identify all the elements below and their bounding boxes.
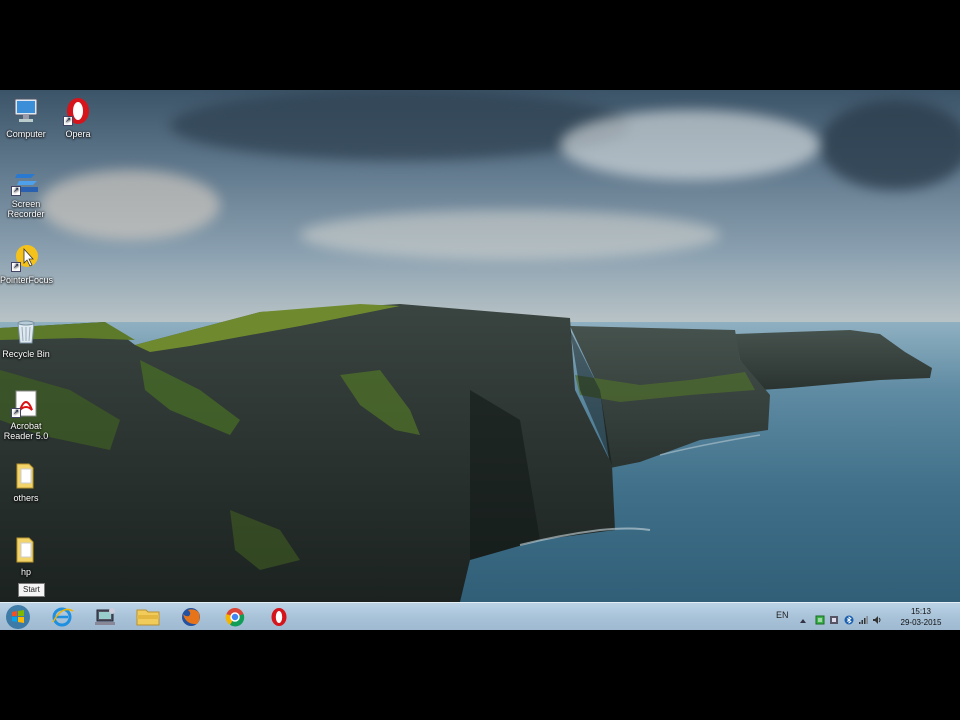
wifi-signal-icon[interactable] bbox=[858, 612, 868, 624]
taskbar-internet-explorer[interactable] bbox=[45, 605, 79, 629]
desktop-icon-label: Acrobat Reader 5.0 bbox=[3, 421, 49, 441]
opera-icon bbox=[271, 608, 287, 626]
internet-explorer-icon bbox=[52, 607, 74, 627]
shortcut-arrow-icon: ↗ bbox=[11, 408, 21, 418]
start-tooltip: Start bbox=[18, 583, 45, 597]
network-app-icon[interactable] bbox=[829, 612, 839, 624]
acrobat-reader-icon: ↗ bbox=[11, 388, 41, 418]
desktop-screen: Computer ↗ Opera ↗ Screen Recorder ↗ Poi… bbox=[0, 90, 960, 630]
desktop-icon-label: hp bbox=[20, 567, 31, 577]
windows-logo-icon bbox=[6, 605, 30, 629]
desktop-icon-label: others bbox=[13, 493, 39, 503]
shortcut-arrow-icon: ↗ bbox=[63, 116, 73, 126]
wallpaper-cliffs bbox=[0, 304, 932, 602]
desktop-icon-recycle-bin[interactable]: Recycle Bin bbox=[0, 316, 52, 359]
desktop-icon-label: PointerFocus bbox=[0, 275, 54, 285]
taskbar-chrome[interactable] bbox=[218, 605, 252, 629]
desktop-icon-area: Computer ↗ Opera ↗ Screen Recorder ↗ Poi… bbox=[0, 90, 110, 602]
desktop-icon-hp[interactable]: hp bbox=[0, 534, 52, 577]
taskbar-opera[interactable] bbox=[262, 605, 296, 629]
start-button[interactable] bbox=[3, 604, 33, 630]
show-hidden-icons-icon[interactable] bbox=[798, 613, 808, 623]
taskbar-firefox[interactable] bbox=[174, 605, 208, 629]
language-indicator[interactable]: EN bbox=[776, 610, 789, 620]
folder-icon bbox=[11, 460, 41, 490]
desktop-icon-opera[interactable]: ↗ Opera bbox=[52, 96, 104, 139]
screen-recorder-icon: ↗ bbox=[11, 166, 41, 196]
folder-icon bbox=[11, 534, 41, 564]
file-explorer-icon bbox=[136, 609, 160, 626]
network-computer-icon bbox=[95, 608, 115, 625]
desktop-icon-screen-recorder[interactable]: ↗ Screen Recorder bbox=[0, 166, 52, 219]
desktop-icon-acrobat-reader[interactable]: ↗ Acrobat Reader 5.0 bbox=[0, 388, 52, 441]
recycle-bin-icon bbox=[11, 316, 41, 346]
bluetooth-icon[interactable] bbox=[844, 612, 854, 625]
desktop-icon-label: Opera bbox=[65, 129, 91, 139]
battery-app-icon[interactable] bbox=[815, 612, 825, 625]
volume-icon[interactable] bbox=[872, 612, 882, 624]
opera-icon: ↗ bbox=[63, 96, 93, 126]
taskbar-file-explorer[interactable] bbox=[131, 605, 165, 629]
desktop-icon-pointerfocus[interactable]: ↗ PointerFocus bbox=[0, 242, 54, 285]
clock-date: 29-03-2015 bbox=[900, 618, 942, 627]
clock-time: 15:13 bbox=[910, 607, 932, 616]
desktop-icon-others[interactable]: others bbox=[0, 460, 52, 503]
clock[interactable]: 15:13 29-03-2015 bbox=[896, 606, 946, 628]
desktop-icon-computer[interactable]: Computer bbox=[0, 96, 52, 139]
shortcut-arrow-icon: ↗ bbox=[11, 262, 21, 272]
desktop-icon-label: Screen Recorder bbox=[7, 199, 45, 219]
pointerfocus-icon: ↗ bbox=[11, 242, 41, 272]
shortcut-arrow-icon: ↗ bbox=[11, 186, 21, 196]
taskbar: EN 15:13 29-03-2015 bbox=[0, 602, 960, 630]
system-tray: EN 15:13 29-03-2015 bbox=[760, 603, 960, 630]
firefox-icon bbox=[182, 608, 200, 626]
desktop-icon-label: Computer bbox=[6, 129, 46, 139]
desktop-icon-label: Recycle Bin bbox=[2, 349, 50, 359]
chrome-icon bbox=[225, 608, 245, 627]
taskbar-network-computer[interactable] bbox=[88, 605, 122, 629]
computer-icon bbox=[11, 96, 41, 126]
